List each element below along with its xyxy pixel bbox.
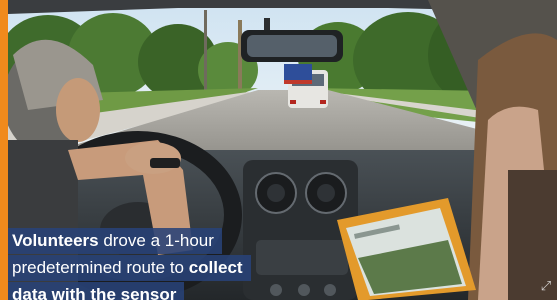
caption-text-1: drove a 1-hour bbox=[98, 231, 214, 250]
caption-line-3: data with the sensor bbox=[8, 282, 185, 300]
caption-bold-data: data with the sensor bbox=[12, 285, 177, 300]
caption-bold-collect: collect bbox=[188, 258, 243, 277]
caption-line-2: predetermined route to collect bbox=[8, 255, 251, 281]
video-player[interactable]: Volunteers drove a 1-hour predetermined … bbox=[8, 0, 557, 300]
caption-text-2: predetermined route to bbox=[12, 258, 189, 277]
caption-line-1: Volunteers drove a 1-hour bbox=[8, 228, 222, 254]
caption-bold-volunteers: Volunteers bbox=[12, 231, 99, 250]
expand-icon[interactable]: ⤢ bbox=[539, 280, 553, 294]
accent-bar bbox=[0, 0, 8, 300]
video-frame: Volunteers drove a 1-hour predetermined … bbox=[0, 0, 557, 300]
